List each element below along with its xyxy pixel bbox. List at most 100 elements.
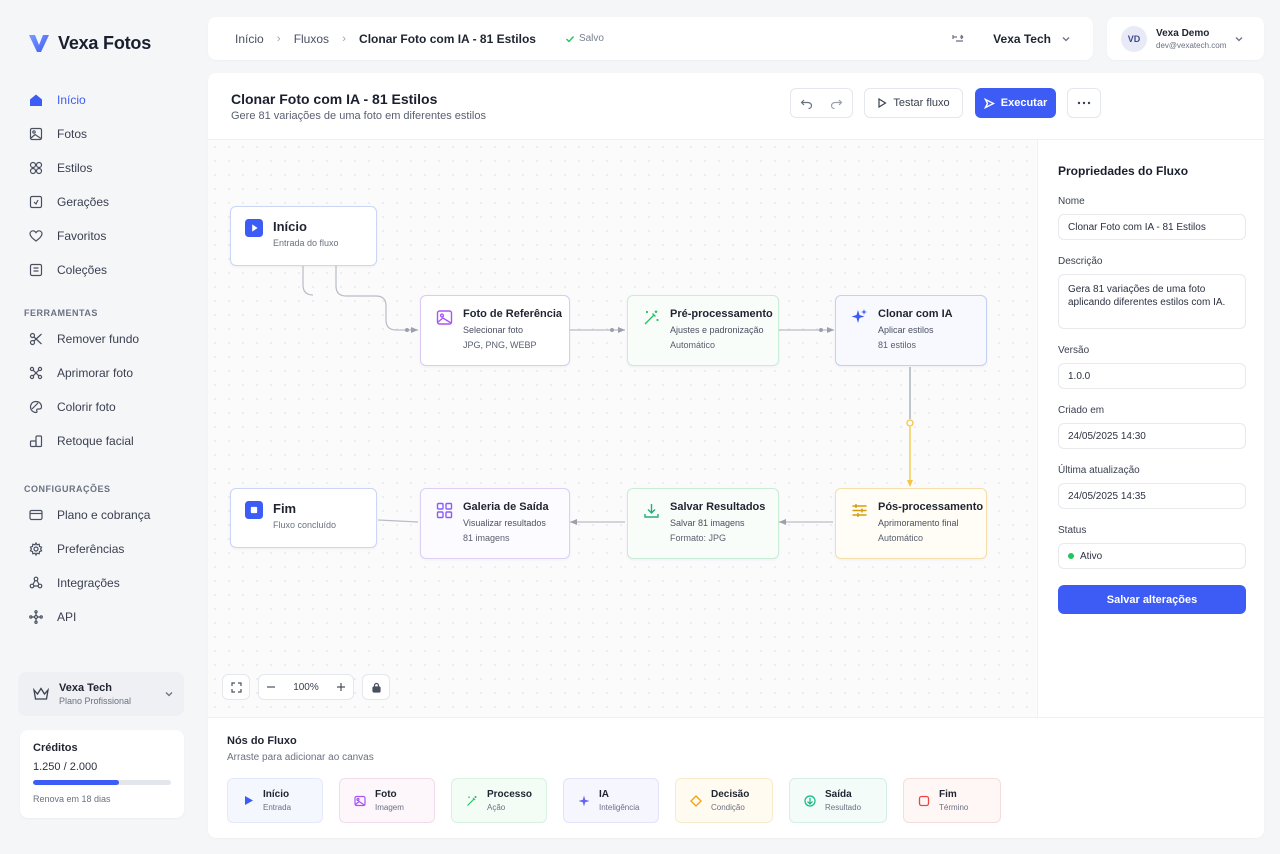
node-line: Formato: JPG xyxy=(670,533,727,543)
breadcrumb-inicio[interactable]: Início xyxy=(235,32,264,46)
breadcrumb-separator: › xyxy=(276,32,281,45)
nav-item-aprimorar-foto[interactable]: Aprimorar foto xyxy=(18,356,186,390)
zoom-in-icon[interactable] xyxy=(336,682,346,692)
saved-label: Salvo xyxy=(578,33,604,44)
nav-item-integracoes[interactable]: Integrações xyxy=(18,566,186,600)
nav-label: Estilos xyxy=(57,161,93,175)
node-title: Galeria de Saída xyxy=(463,501,549,513)
test-flow-button[interactable]: Testar fluxo xyxy=(864,88,963,118)
zoom-control: 100% xyxy=(258,674,354,700)
node-output-gallery[interactable]: Galeria de Saída Visualizar resultados 8… xyxy=(420,488,570,559)
nav-item-geracoes[interactable]: Gerações xyxy=(18,185,186,219)
properties-panel: Propriedades do Fluxo Nome Clonar Foto c… xyxy=(1037,140,1264,717)
node-end[interactable]: Fim Fluxo concluído xyxy=(230,488,377,548)
palette-label: IA xyxy=(599,789,609,800)
nav-item-colorir-foto[interactable]: Colorir foto xyxy=(18,390,186,424)
send-icon xyxy=(983,97,995,109)
nav-item-api[interactable]: API xyxy=(18,600,186,634)
run-flow-label: Executar xyxy=(1000,97,1048,109)
workspace-selector[interactable]: Vexa Tech xyxy=(993,32,1051,46)
nav-item-retoque-facial[interactable]: Retoque facial xyxy=(18,424,186,458)
node-start[interactable]: Início Entrada do fluxo xyxy=(230,206,377,266)
palette-item-processo[interactable]: Processo Ação xyxy=(451,778,547,823)
name-field[interactable]: Clonar Foto com IA - 81 Estilos xyxy=(1058,214,1246,240)
nav-item-preferencias[interactable]: Preferências xyxy=(18,532,186,566)
gear-icon xyxy=(28,541,44,557)
app-logo[interactable]: Vexa Fotos xyxy=(28,32,151,54)
share-icon[interactable] xyxy=(951,32,965,46)
plan-selector[interactable]: Vexa Tech Plano Profissional xyxy=(18,672,184,716)
palette-item-saida[interactable]: Saída Resultado xyxy=(789,778,887,823)
breadcrumb-fluxos[interactable]: Fluxos xyxy=(294,32,329,46)
credits-value: 1.250 / 2.000 xyxy=(33,761,98,773)
node-title: Foto de Referência xyxy=(463,308,563,320)
status-field[interactable]: Ativo xyxy=(1058,543,1246,569)
palette-item-fim[interactable]: Fim Término xyxy=(903,778,1001,823)
edge-gallery-end xyxy=(377,519,419,523)
updated-field: 24/05/2025 14:35 xyxy=(1058,483,1246,509)
node-preprocess[interactable]: Pré-processamento Ajustes e padronização… xyxy=(627,295,779,366)
zoom-out-icon[interactable] xyxy=(266,682,276,692)
nav-item-colecoes[interactable]: Coleções xyxy=(18,253,186,287)
properties-title: Propriedades do Fluxo xyxy=(1058,164,1189,178)
palette-label: Fim xyxy=(939,789,957,800)
plan-tier: Plano Profissional xyxy=(59,696,132,706)
check-icon xyxy=(565,35,574,43)
node-clone-ai[interactable]: Clonar com IA Aplicar estilos 81 estilos xyxy=(835,295,987,366)
output-icon xyxy=(803,794,817,808)
magic-wand-icon xyxy=(642,308,660,326)
lock-icon xyxy=(371,682,381,693)
node-title: Pós-processamento xyxy=(878,501,984,513)
flow-canvas[interactable]: Início Entrada do fluxo Foto de Referênc… xyxy=(208,140,1037,717)
redo-icon[interactable] xyxy=(830,97,843,110)
breadcrumb-separator: › xyxy=(342,32,346,45)
nav-item-remover-fundo[interactable]: Remover fundo xyxy=(18,322,186,356)
nav-label: Aprimorar foto xyxy=(57,366,134,380)
palette-item-decisao[interactable]: Decisão Condição xyxy=(675,778,773,823)
user-name: Vexa Demo xyxy=(1156,27,1210,39)
nav-item-inicio[interactable]: Início xyxy=(18,83,186,117)
nav-label: Remover fundo xyxy=(57,332,140,346)
palette-item-inicio[interactable]: Início Entrada xyxy=(227,778,323,823)
lock-canvas-button[interactable] xyxy=(362,674,390,700)
palette-sublabel: Ação xyxy=(487,803,506,812)
nav-item-fotos[interactable]: Fotos xyxy=(18,117,186,151)
history-controls xyxy=(790,88,853,118)
node-title: Fim xyxy=(273,501,297,516)
palette-sublabel: Condição xyxy=(711,803,745,812)
name-label: Nome xyxy=(1058,196,1085,207)
nav-label: Colorir foto xyxy=(57,400,116,414)
node-line: Aplicar estilos xyxy=(878,325,934,335)
palette-item-foto[interactable]: Foto Imagem xyxy=(339,778,435,823)
node-reference-photo[interactable]: Foto de Referência Selecionar foto JPG, … xyxy=(420,295,570,366)
heart-icon xyxy=(28,228,44,244)
status-label: Status xyxy=(1058,525,1087,536)
node-save-results[interactable]: Salvar Resultados Salvar 81 imagens Form… xyxy=(627,488,779,559)
palette-item-ia[interactable]: IA Inteligência xyxy=(563,778,659,823)
nav-item-plano[interactable]: Plano e cobrança xyxy=(18,498,186,532)
nav-item-favoritos[interactable]: Favoritos xyxy=(18,219,186,253)
palette-sublabel: Inteligência xyxy=(599,803,640,812)
node-postprocess[interactable]: Pós-processamento Aprimoramento final Au… xyxy=(835,488,987,559)
palette-subtitle: Arraste para adicionar ao canvas xyxy=(227,752,374,763)
save-changes-button[interactable]: Salvar alterações xyxy=(1058,585,1246,614)
more-options-button[interactable] xyxy=(1067,88,1101,118)
top-bar: Início › Fluxos › Clonar Foto com IA - 8… xyxy=(208,17,1093,60)
crown-icon xyxy=(32,687,50,700)
undo-icon[interactable] xyxy=(800,97,813,110)
fit-view-button[interactable] xyxy=(222,674,250,700)
stop-icon xyxy=(245,501,263,519)
nav-label: Integrações xyxy=(57,576,120,590)
edge-start-reference xyxy=(302,266,314,296)
collection-icon xyxy=(28,262,44,278)
nav-item-estilos[interactable]: Estilos xyxy=(18,151,186,185)
version-field[interactable]: 1.0.0 xyxy=(1058,363,1246,389)
diamond-icon xyxy=(689,794,703,808)
user-menu[interactable]: VD Vexa Demo dev@vexatech.com xyxy=(1107,17,1264,60)
node-line: Aprimoramento final xyxy=(878,518,959,528)
breadcrumb-current: Clonar Foto com IA - 81 Estilos xyxy=(359,31,536,46)
image-icon xyxy=(353,794,367,808)
description-field[interactable]: Gera 81 variações de uma foto aplicando … xyxy=(1058,274,1246,329)
run-flow-button[interactable]: Executar xyxy=(975,88,1056,118)
chevron-down-icon[interactable] xyxy=(1061,34,1071,44)
